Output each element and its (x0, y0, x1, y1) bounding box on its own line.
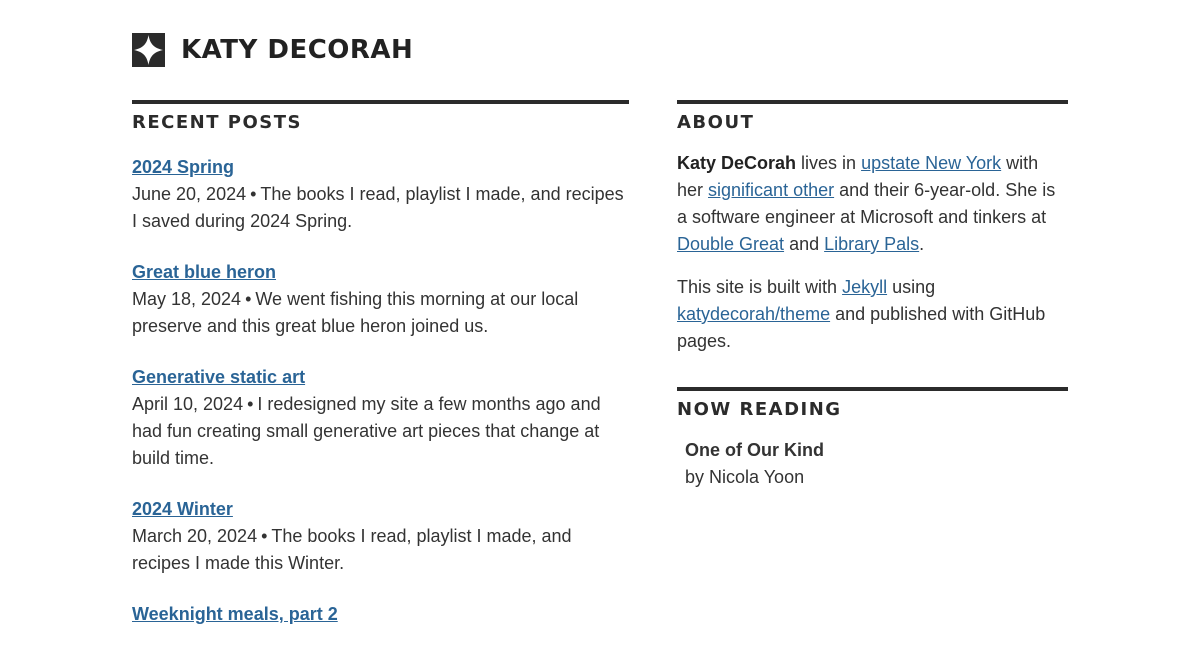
post-meta: June 20, 2024 • The books I read, playlist… (132, 181, 629, 235)
post-title-link[interactable]: Weeknight meals, part 2 (132, 601, 629, 628)
post-date: June 20, 2024 (132, 184, 247, 204)
about-text: and (784, 234, 825, 254)
book-author: by Nicola Yoon (685, 467, 805, 487)
post-separator: • (250, 184, 257, 204)
post-separator: • (261, 526, 268, 546)
sidebar: ABOUT Katy DeCorah lives in upstate New … (677, 100, 1068, 491)
about-bio: Katy DeCorah lives in upstate New York w… (677, 150, 1068, 258)
about-section: ABOUT Katy DeCorah lives in upstate New … (677, 111, 1068, 355)
post-separator: • (247, 394, 254, 414)
site-title[interactable]: KATY DECORAH (181, 35, 413, 65)
post-item: 2024 Spring June 20, 2024 • The books I rea… (132, 154, 629, 235)
recent-posts-section: RECENT POSTS 2024 Spring June 20, 2024 • Th… (132, 100, 629, 652)
post-meta: April 10, 2024 • I redesigned my site a fe… (132, 391, 629, 472)
book-title: One of Our Kind (685, 440, 824, 460)
post-title-link[interactable]: Great blue heron (132, 259, 629, 286)
post-item: Generative static art April 10, 2024 • I re… (132, 364, 629, 472)
current-book: One of Our Kind by Nicola Yoon (677, 437, 1068, 491)
post-item: 2024 Winter March 20, 2024 • The books I re… (132, 496, 629, 577)
post-date: April 10, 2024 (132, 394, 244, 414)
post-meta: May 18, 2024 • We went fishing this mornin… (132, 286, 629, 340)
post-item: Weeknight meals, part 2 (132, 601, 629, 628)
upstate-new-york-link[interactable]: upstate New York (861, 153, 1001, 173)
author-name: Katy DeCorah (677, 153, 797, 173)
about-text: lives in (796, 153, 862, 173)
significant-other-link[interactable]: significant other (708, 180, 834, 200)
now-reading-heading: NOW READING (677, 399, 842, 420)
post-title-link[interactable]: 2024 Winter (132, 496, 629, 523)
about-heading: ABOUT (677, 112, 755, 133)
post-separator: • (245, 289, 252, 309)
post-title-link[interactable]: 2024 Spring (132, 154, 629, 181)
library-pals-link[interactable]: Library Pals (824, 234, 919, 254)
now-reading-section: NOW READING One of Our Kind by Nicola Yo… (677, 387, 1068, 491)
post-title-link[interactable]: Generative static art (132, 364, 629, 391)
about-text: . (919, 234, 925, 254)
about-text: This site is built with (677, 277, 843, 297)
post-item: Great blue heron May 18, 2024 • We went fis… (132, 259, 629, 340)
post-date: March 20, 2024 (132, 526, 258, 546)
site-header: KATY DECORAH (132, 33, 413, 67)
double-great-link[interactable]: Double Great (677, 234, 784, 254)
four-point-star-icon[interactable] (132, 33, 165, 67)
recent-posts-heading: RECENT POSTS (132, 112, 302, 133)
about-site-info: This site is built with Jekyll using kat… (677, 274, 1068, 355)
about-text: using (887, 277, 936, 297)
jekyll-link[interactable]: Jekyll (842, 277, 887, 297)
post-meta: March 20, 2024 • The books I read, playlis… (132, 523, 629, 577)
post-list: 2024 Spring June 20, 2024 • The books I rea… (132, 154, 629, 628)
theme-link[interactable]: katydecorah/theme (677, 304, 830, 324)
post-date: May 18, 2024 (132, 289, 242, 309)
